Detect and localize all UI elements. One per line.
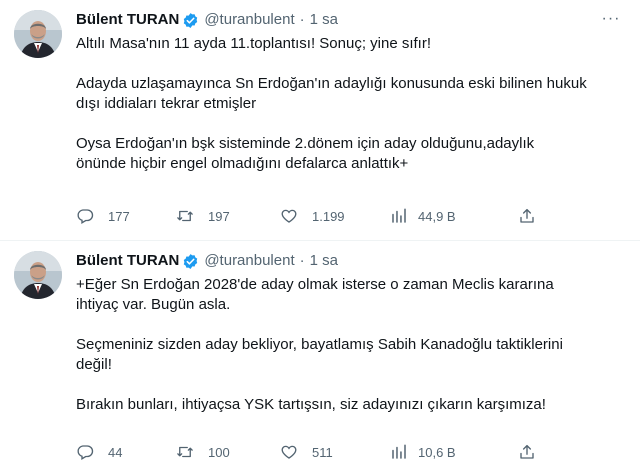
heart-icon xyxy=(281,445,297,459)
retweet-icon xyxy=(177,446,193,458)
separator-dot: · xyxy=(299,252,305,269)
retweet-count: 197 xyxy=(208,208,230,224)
views-count: 10,6 B xyxy=(418,444,456,460)
views-button[interactable]: 44,9 B xyxy=(390,207,518,225)
tweet-body: Bülent TURAN @turanbulent · 1 sa +Eğer S… xyxy=(76,251,622,469)
tweet-text: +Eğer Sn Erdoğan 2028'de aday olmak iste… xyxy=(76,276,563,413)
avatar[interactable] xyxy=(14,10,62,58)
author-name[interactable]: Bülent TURAN xyxy=(76,251,179,271)
reply-button[interactable]: 177 xyxy=(76,207,176,225)
separator-dot: · xyxy=(299,11,305,28)
tweet[interactable]: Bülent TURAN @turanbulent · 1 sa ··· Alt… xyxy=(0,0,640,240)
author-handle[interactable]: @turanbulent xyxy=(204,251,294,271)
tweet[interactable]: Bülent TURAN @turanbulent · 1 sa +Eğer S… xyxy=(0,240,640,469)
verified-badge-icon xyxy=(182,12,199,29)
tweet-body: Bülent TURAN @turanbulent · 1 sa ··· Alt… xyxy=(76,10,622,240)
tweet-header: Bülent TURAN @turanbulent · 1 sa xyxy=(76,251,622,271)
heart-icon xyxy=(281,209,297,223)
reply-count: 44 xyxy=(108,444,123,460)
views-icon xyxy=(392,444,406,459)
tweet-text: Altılı Masa'nın 11 ayda 11.toplantısı! S… xyxy=(76,35,587,172)
author-name[interactable]: Bülent TURAN xyxy=(76,10,179,30)
share-icon xyxy=(520,208,534,223)
share-icon xyxy=(520,444,534,459)
more-icon[interactable]: ··· xyxy=(600,8,622,30)
retweet-button[interactable]: 100 xyxy=(176,443,280,461)
views-count: 44,9 B xyxy=(418,208,456,224)
share-button[interactable] xyxy=(518,207,536,225)
like-count: 1.199 xyxy=(312,208,345,224)
retweet-icon xyxy=(177,210,193,222)
tweet-time[interactable]: 1 sa xyxy=(310,10,338,30)
like-button[interactable]: 511 xyxy=(280,443,390,461)
retweet-button[interactable]: 197 xyxy=(176,207,280,225)
tweet-actions: 44 100 511 10,6 B xyxy=(76,443,536,461)
reply-icon xyxy=(77,209,94,224)
reply-icon xyxy=(77,445,94,460)
like-count: 511 xyxy=(312,444,333,460)
like-button[interactable]: 1.199 xyxy=(280,207,390,225)
tweet-time[interactable]: 1 sa xyxy=(310,251,338,271)
reply-button[interactable]: 44 xyxy=(76,443,176,461)
views-button[interactable]: 10,6 B xyxy=(390,443,518,461)
avatar[interactable] xyxy=(14,251,62,299)
author-handle[interactable]: @turanbulent xyxy=(204,10,294,30)
share-button[interactable] xyxy=(518,443,536,461)
verified-badge-icon xyxy=(182,253,199,270)
views-icon xyxy=(392,208,406,223)
tweet-actions: 177 197 1.199 44,9 B xyxy=(76,207,536,225)
tweet-header: Bülent TURAN @turanbulent · 1 sa xyxy=(76,10,622,30)
retweet-count: 100 xyxy=(208,444,230,460)
reply-count: 177 xyxy=(108,208,130,224)
